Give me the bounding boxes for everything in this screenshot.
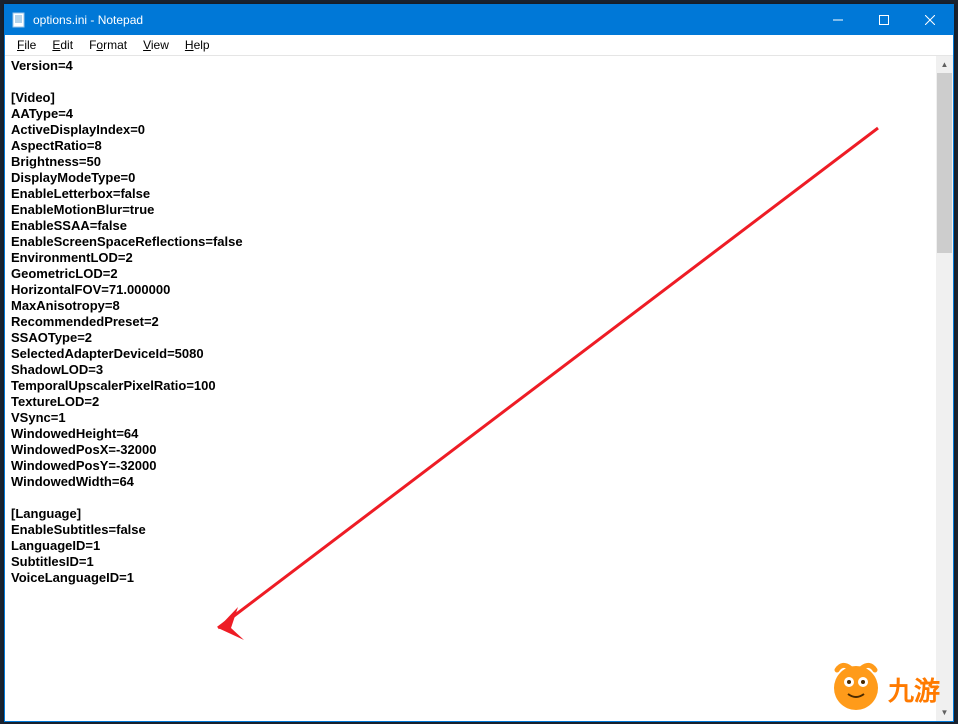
menu-format[interactable]: Format xyxy=(81,36,135,54)
menu-file[interactable]: File xyxy=(9,36,44,54)
window-title: options.ini - Notepad xyxy=(33,13,815,27)
close-button[interactable] xyxy=(907,5,953,35)
vertical-scrollbar[interactable]: ▲ ▼ xyxy=(936,56,953,721)
scroll-thumb[interactable] xyxy=(937,73,952,253)
menu-help[interactable]: Help xyxy=(177,36,218,54)
window-controls xyxy=(815,5,953,35)
titlebar[interactable]: options.ini - Notepad xyxy=(5,5,953,35)
scroll-up-button[interactable]: ▲ xyxy=(936,56,953,73)
minimize-button[interactable] xyxy=(815,5,861,35)
text-editor[interactable]: Version=4 [Video] AAType=4 ActiveDisplay… xyxy=(5,56,936,721)
client-area: Version=4 [Video] AAType=4 ActiveDisplay… xyxy=(5,56,953,721)
maximize-button[interactable] xyxy=(861,5,907,35)
menu-view[interactable]: View xyxy=(135,36,177,54)
menu-edit[interactable]: Edit xyxy=(44,36,81,54)
notepad-icon xyxy=(11,12,27,28)
notepad-window: options.ini - Notepad File Edit Format V… xyxy=(4,4,954,722)
scroll-down-button[interactable]: ▼ xyxy=(936,704,953,721)
menubar: File Edit Format View Help xyxy=(5,35,953,56)
